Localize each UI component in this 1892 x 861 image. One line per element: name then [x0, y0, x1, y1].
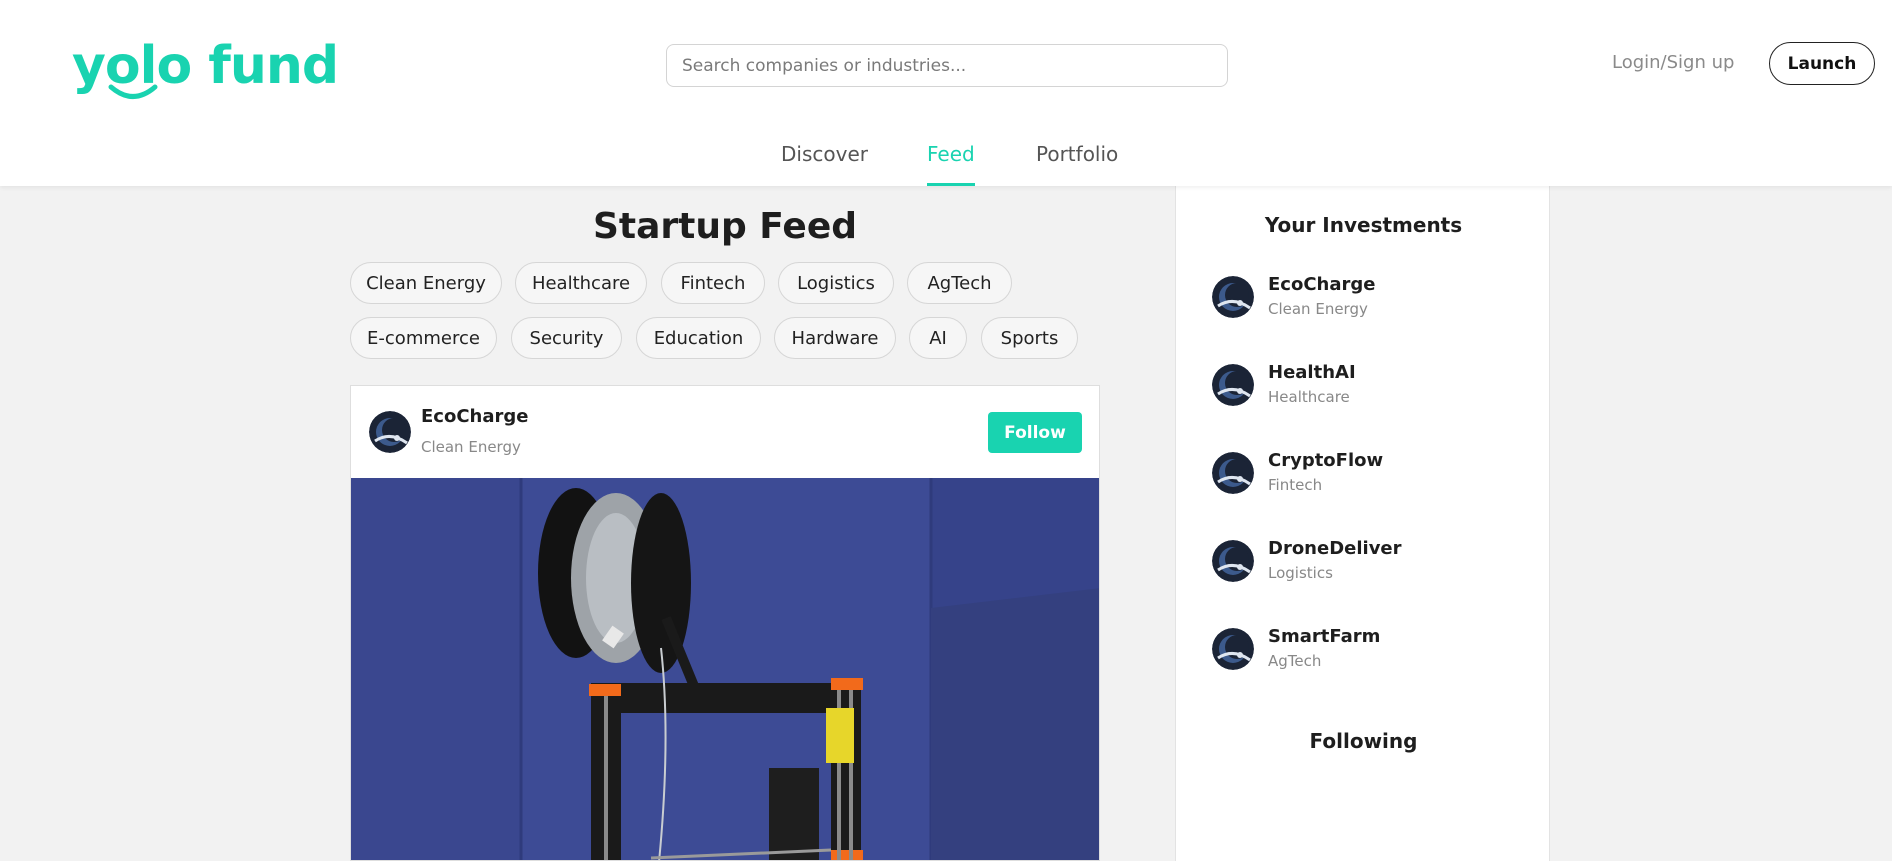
right-sidebar: Your Investments EcoCharge Clean Energy … [1175, 186, 1550, 861]
company-logo-icon [369, 411, 411, 453]
tab-discover[interactable]: Discover [781, 142, 868, 186]
top-header: yolo fund Login/Sign up Launch Discover … [0, 0, 1892, 186]
post-company-name[interactable]: EcoCharge [421, 406, 528, 427]
company-logo-icon [1212, 276, 1254, 318]
category-chip-healthcare[interactable]: Healthcare [515, 262, 647, 304]
investment-name: CryptoFlow [1268, 450, 1384, 471]
investment-category: Fintech [1268, 476, 1323, 494]
follow-button[interactable]: Follow [988, 412, 1082, 453]
investments-title: Your Investments [1264, 213, 1463, 237]
feed-post-card: EcoCharge Clean Energy Follow [350, 385, 1100, 861]
company-logo-icon [1212, 452, 1254, 494]
page-title: Startup Feed [592, 206, 858, 247]
category-chip-sports[interactable]: Sports [981, 317, 1078, 359]
investment-item[interactable]: SmartFarm AgTech [1212, 626, 1532, 672]
investment-name: DroneDeliver [1268, 538, 1402, 559]
category-chip-logistics[interactable]: Logistics [778, 262, 894, 304]
investment-category: Clean Energy [1268, 300, 1368, 318]
company-logo-icon [1212, 540, 1254, 582]
investment-item[interactable]: EcoCharge Clean Energy [1212, 274, 1532, 320]
post-company-category: Clean Energy [421, 438, 521, 456]
investment-category: AgTech [1268, 652, 1322, 670]
category-chip-e-commerce[interactable]: E-commerce [350, 317, 497, 359]
investment-category: Logistics [1268, 564, 1333, 582]
search-input[interactable] [666, 44, 1228, 87]
company-logo-icon [1212, 628, 1254, 670]
investment-item[interactable]: CryptoFlow Fintech [1212, 450, 1532, 496]
investment-avatar [1212, 276, 1254, 318]
company-avatar[interactable] [369, 411, 411, 453]
category-chip-security[interactable]: Security [511, 317, 622, 359]
post-image[interactable] [351, 478, 1100, 861]
category-chip-education[interactable]: Education [636, 317, 761, 359]
investment-avatar [1212, 452, 1254, 494]
yolo-fund-logo[interactable]: yolo fund [72, 36, 339, 106]
main-nav: Discover Feed Portfolio [0, 142, 1892, 186]
following-title: Following [1309, 729, 1418, 753]
investment-item[interactable]: HealthAI Healthcare [1212, 362, 1532, 408]
investment-category: Healthcare [1268, 388, 1350, 406]
investment-avatar [1212, 540, 1254, 582]
tab-feed[interactable]: Feed [927, 142, 975, 186]
company-logo-icon [1212, 364, 1254, 406]
category-chip-hardware[interactable]: Hardware [774, 317, 896, 359]
category-chip-fintech[interactable]: Fintech [661, 262, 765, 304]
launch-button[interactable]: Launch [1769, 42, 1875, 85]
category-chip-clean-energy[interactable]: Clean Energy [350, 262, 502, 304]
category-chip-agtech[interactable]: AgTech [907, 262, 1012, 304]
tab-portfolio[interactable]: Portfolio [1036, 142, 1118, 186]
investment-avatar [1212, 364, 1254, 406]
investment-item[interactable]: DroneDeliver Logistics [1212, 538, 1532, 584]
investment-name: SmartFarm [1268, 626, 1381, 647]
login-signup-link[interactable]: Login/Sign up [1612, 52, 1734, 73]
category-chip-ai[interactable]: AI [909, 317, 967, 359]
investment-name: EcoCharge [1268, 274, 1376, 295]
investment-avatar [1212, 628, 1254, 670]
investment-name: HealthAI [1268, 362, 1356, 383]
logo-smile-icon [108, 84, 158, 99]
